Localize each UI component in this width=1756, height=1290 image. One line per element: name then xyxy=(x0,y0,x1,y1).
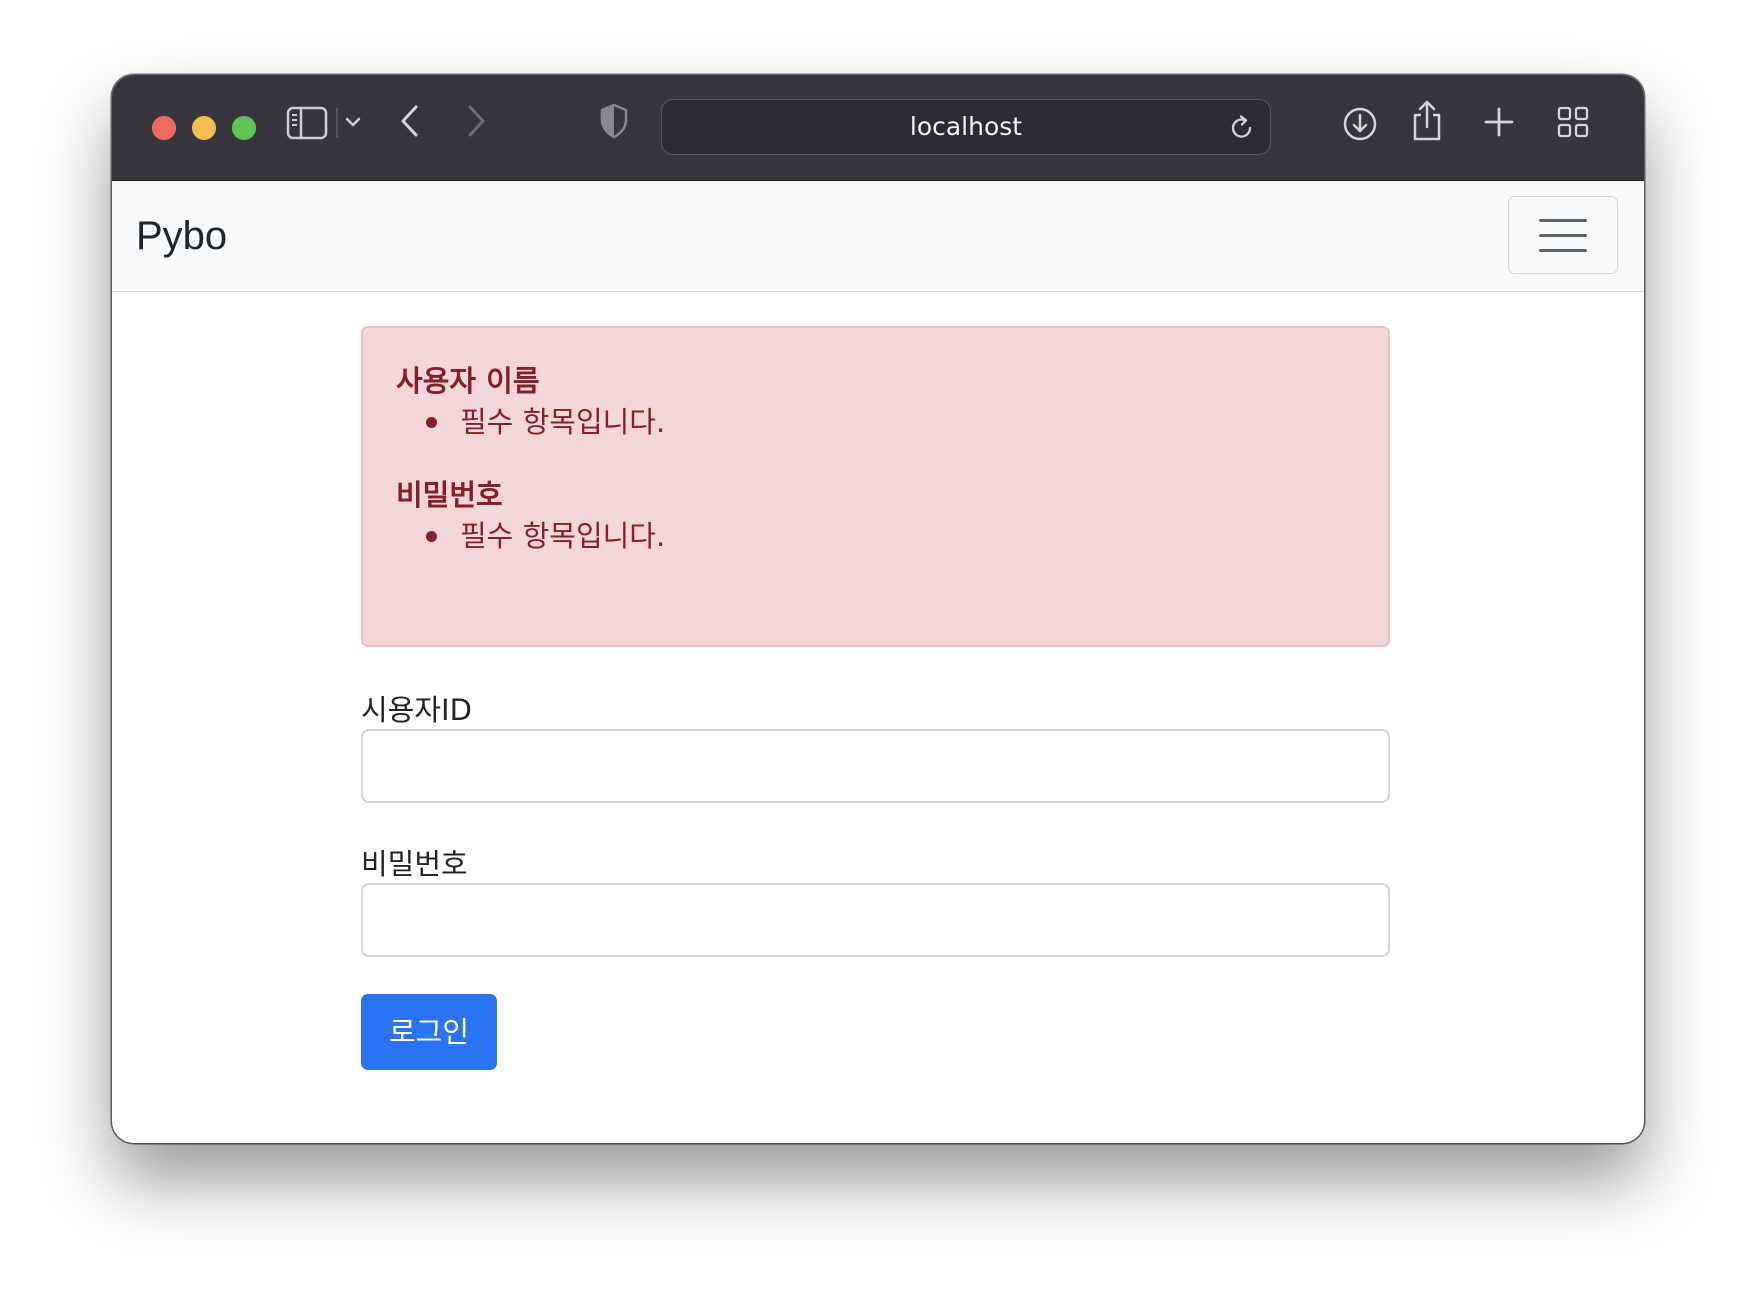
back-icon[interactable] xyxy=(398,103,422,139)
zoom-window-button[interactable] xyxy=(232,116,256,140)
error-alert: 사용자 이름 필수 항목입니다. 비밀번호 필수 항목입니다. xyxy=(361,326,1390,647)
bullet-icon xyxy=(426,531,437,542)
password-input[interactable] xyxy=(361,883,1390,957)
error-field-title: 사용자 이름 xyxy=(396,364,540,398)
site-navbar: Pybo xyxy=(112,181,1644,292)
login-button[interactable]: 로그인 xyxy=(361,994,497,1070)
username-label: 시용자ID xyxy=(361,693,472,727)
navbar-toggler-button[interactable] xyxy=(1508,196,1618,274)
error-message: 필수 항목입니다. xyxy=(460,519,666,553)
download-icon[interactable] xyxy=(1341,105,1379,143)
password-label: 비밀번호 xyxy=(361,847,468,881)
hamburger-icon xyxy=(1539,234,1587,237)
plus-icon[interactable] xyxy=(1483,106,1515,138)
reload-icon[interactable] xyxy=(1229,114,1255,142)
browser-window: localhost Pybo 사용자 이름 필수 항목입니다. 비밀번호 필수 … xyxy=(112,75,1644,1143)
minimize-window-button[interactable] xyxy=(192,116,216,140)
browser-toolbar: localhost xyxy=(112,75,1644,181)
close-window-button[interactable] xyxy=(152,116,176,140)
forward-icon[interactable] xyxy=(464,103,488,139)
sidebar-icon[interactable] xyxy=(286,106,328,140)
hamburger-icon xyxy=(1539,249,1587,252)
share-icon[interactable] xyxy=(1409,99,1445,143)
toolbar-divider xyxy=(336,108,338,138)
hamburger-icon xyxy=(1539,219,1587,222)
url-text: localhost xyxy=(909,112,1023,141)
bullet-icon xyxy=(426,417,437,428)
navbar-brand[interactable]: Pybo xyxy=(136,213,227,259)
address-bar[interactable]: localhost xyxy=(661,99,1271,155)
tab-overview-icon[interactable] xyxy=(1556,105,1590,139)
shield-icon[interactable] xyxy=(598,102,630,140)
error-field-title: 비밀번호 xyxy=(396,478,503,512)
error-message: 필수 항목입니다. xyxy=(460,405,666,439)
chevron-down-icon[interactable] xyxy=(344,115,362,129)
username-input[interactable] xyxy=(361,729,1390,803)
